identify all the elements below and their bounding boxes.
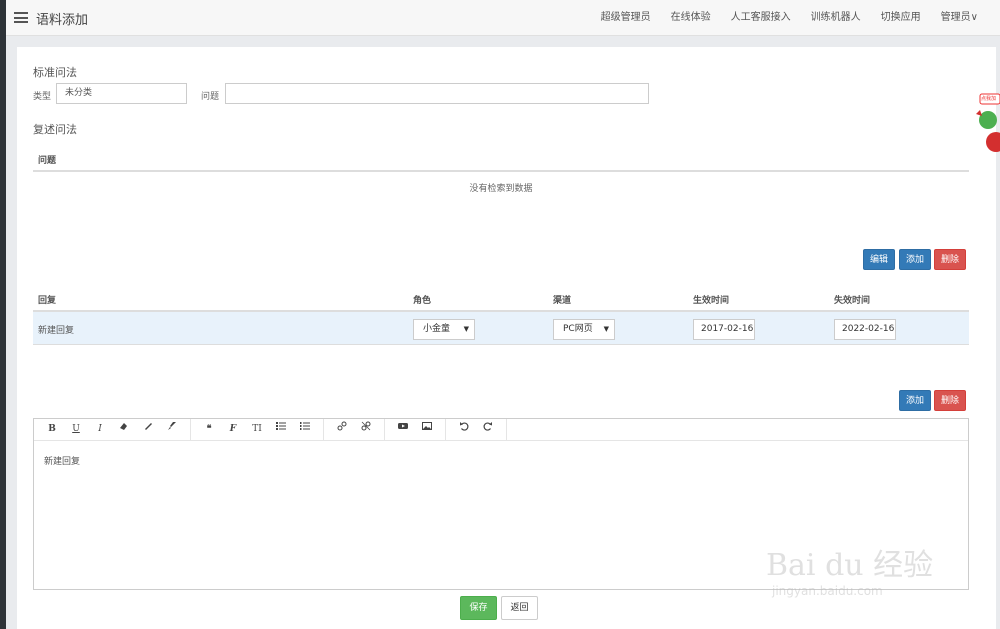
reply-table-header: 回复 角色 渠道 生效时间 失效时间: [33, 287, 969, 312]
underline-icon[interactable]: U: [64, 419, 88, 440]
toolbar-group-block: ❝ F TI: [191, 419, 324, 440]
question-label: 问题: [201, 92, 220, 102]
undo-icon[interactable]: [452, 419, 476, 440]
add-reply-button[interactable]: 添加: [899, 390, 931, 411]
hamburger-menu-icon[interactable]: [14, 12, 28, 23]
toolbar-group-history: [446, 419, 507, 440]
toolbar-group-media: [385, 419, 446, 440]
col-role: 角色: [413, 296, 432, 306]
add-paraphrase-button[interactable]: 添加: [899, 249, 931, 270]
edit-button[interactable]: 编辑: [863, 249, 895, 270]
nav-human-agent[interactable]: 人工客服接入: [721, 0, 801, 36]
role-select[interactable]: 小金童 ▼: [413, 319, 475, 340]
toolbar-group-format: B U I: [34, 419, 191, 440]
floating-badge[interactable]: 点我加: [974, 92, 1000, 162]
editor-content[interactable]: 新建回复: [34, 441, 968, 480]
paraphrase-section-title: 复述问法: [33, 123, 77, 136]
channel-select[interactable]: PC网页 ▼: [553, 319, 615, 340]
reply-cell: 新建回复: [38, 326, 75, 336]
start-date-input[interactable]: 2017-02-16: [693, 319, 755, 340]
role-select-value: 小金童: [423, 324, 451, 334]
chevron-down-icon: ▼: [603, 325, 609, 333]
paraphrase-empty-message: 没有检索到数据: [469, 184, 533, 194]
rich-text-editor[interactable]: B U I ❝ F TI 新建回复: [33, 418, 969, 590]
editor-toolbar: B U I ❝ F TI: [34, 419, 968, 441]
brush-icon[interactable]: [160, 419, 184, 440]
type-label: 类型: [33, 92, 52, 102]
paraphrase-column-question: 问题: [38, 156, 57, 166]
font-icon[interactable]: F: [221, 419, 245, 440]
bold-icon[interactable]: B: [40, 419, 64, 440]
badge-graphic: [976, 93, 1000, 152]
col-start-time: 生效时间: [693, 296, 730, 306]
quote-icon[interactable]: ❝: [197, 419, 221, 440]
standard-section-title: 标准问法: [33, 66, 77, 79]
nav-admin-menu[interactable]: 管理员∨: [931, 0, 1000, 36]
top-nav: 超级管理员 在线体验 人工客服接入 训练机器人 切换应用 管理员∨: [591, 0, 1000, 36]
page-title: 语料添加: [36, 13, 89, 28]
nav-super-admin[interactable]: 超级管理员: [591, 0, 661, 36]
nav-train-robot[interactable]: 训练机器人: [801, 0, 871, 36]
chevron-down-icon: ▼: [463, 325, 469, 333]
col-end-time: 失效时间: [834, 296, 871, 306]
video-icon[interactable]: [391, 419, 415, 440]
top-bar: 语料添加 超级管理员 在线体验 人工客服接入 训练机器人 切换应用 管理员∨: [6, 0, 1000, 36]
redo-icon[interactable]: [476, 419, 500, 440]
delete-paraphrase-button[interactable]: 删除: [934, 249, 966, 270]
app-window: 语料添加 超级管理员 在线体验 人工客服接入 训练机器人 切换应用 管理员∨ 标…: [6, 0, 1000, 629]
nav-online-trial[interactable]: 在线体验: [661, 0, 721, 36]
paraphrase-table-header: 问题: [33, 147, 969, 172]
table-row[interactable]: 新建回复 小金童 ▼ PC网页 ▼ 2017-02-16 2022-02-16: [33, 312, 969, 345]
nav-switch-app[interactable]: 切换应用: [871, 0, 931, 36]
type-input[interactable]: 未分类: [56, 83, 187, 104]
pen-icon[interactable]: [136, 419, 160, 440]
end-date-input[interactable]: 2022-02-16: [834, 319, 896, 340]
col-channel: 渠道: [553, 296, 572, 306]
eraser-icon[interactable]: [112, 419, 136, 440]
image-icon[interactable]: [415, 419, 439, 440]
unlink-icon[interactable]: [354, 419, 378, 440]
content-card: 标准问法 类型 未分类 问题 复述问法 问题 没有检索到数据 编辑 添加 删除 …: [17, 47, 996, 629]
link-icon[interactable]: [330, 419, 354, 440]
channel-select-value: PC网页: [563, 324, 593, 334]
italic-icon[interactable]: I: [88, 419, 112, 440]
font-size-icon[interactable]: TI: [245, 419, 269, 440]
delete-reply-button[interactable]: 删除: [934, 390, 966, 411]
col-reply: 回复: [38, 296, 57, 306]
save-button[interactable]: 保存: [460, 596, 497, 620]
badge-text: 点我加: [981, 96, 997, 102]
bullet-list-icon[interactable]: [269, 419, 293, 440]
question-input[interactable]: [225, 83, 649, 104]
back-button[interactable]: 返回: [501, 596, 538, 620]
toolbar-group-link: [324, 419, 385, 440]
numbered-list-icon[interactable]: [293, 419, 317, 440]
